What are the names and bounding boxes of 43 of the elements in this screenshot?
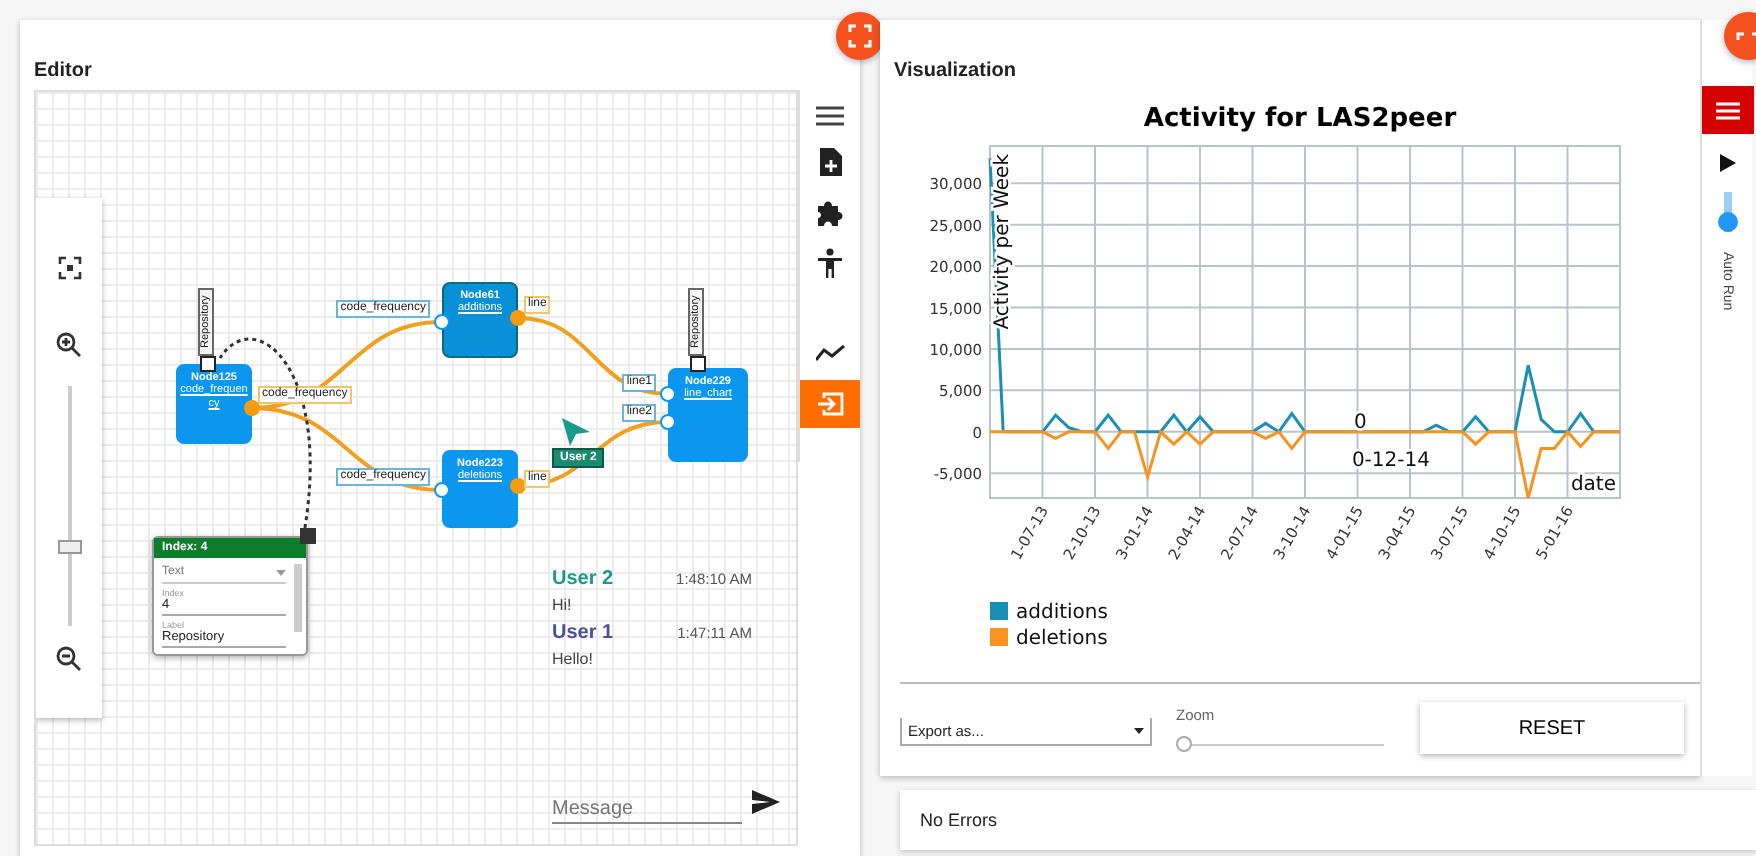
menu-icon: [1715, 101, 1739, 119]
zoom-out-icon[interactable]: [56, 646, 82, 672]
menu-button[interactable]: [1701, 86, 1753, 134]
port-handle[interactable]: [434, 314, 450, 330]
status-message: No Errors: [920, 810, 998, 830]
fullscreen-icon: [848, 24, 872, 48]
caret-icon: [1134, 728, 1144, 734]
legend-swatch: [990, 602, 1008, 620]
send-icon[interactable]: [752, 790, 780, 814]
zoom-in-icon[interactable]: [56, 332, 82, 358]
attribute-handle[interactable]: [200, 356, 216, 372]
panel-title: Editor: [32, 58, 94, 86]
add-file-icon[interactable]: [819, 148, 841, 176]
port-handle[interactable]: [434, 482, 450, 498]
puzzle-icon[interactable]: [816, 198, 844, 226]
scrollbar[interactable]: [294, 564, 302, 632]
axis-title: Activity per Week: [992, 154, 1014, 330]
export-button[interactable]: [800, 380, 860, 428]
reset-button[interactable]: RESET: [1420, 702, 1684, 754]
attribute-handle[interactable]: [690, 356, 706, 372]
menu-icon[interactable]: [816, 106, 844, 126]
chat-message: Hi!: [552, 596, 574, 614]
pointer-icon: [562, 418, 590, 446]
data-annotation: 0-12-14: [1351, 449, 1430, 472]
data-annotation: 0: [1353, 411, 1367, 434]
legend-swatch: [990, 628, 1008, 646]
chart-title: Activity for LAS2peer: [1143, 104, 1457, 134]
focus-icon[interactable]: [57, 256, 81, 280]
fullscreen-icon: [1736, 31, 1756, 41]
legend-label: deletions: [1016, 628, 1108, 650]
chat-username: User 2: [552, 568, 614, 590]
line-chart-icon[interactable]: [815, 344, 845, 362]
resize-handle[interactable]: [300, 528, 316, 544]
message-field[interactable]: Message: [552, 796, 742, 824]
legend-label: additions: [1016, 602, 1108, 624]
export-icon: [816, 392, 844, 416]
caret-icon: [276, 569, 286, 575]
axis-title: date: [1570, 474, 1616, 496]
chat-username: User 1: [552, 622, 614, 644]
chat-message: Hello!: [552, 650, 595, 668]
person-icon[interactable]: [818, 248, 842, 278]
play-icon[interactable]: [1719, 154, 1735, 172]
panel-title: Visualization: [892, 58, 1018, 86]
